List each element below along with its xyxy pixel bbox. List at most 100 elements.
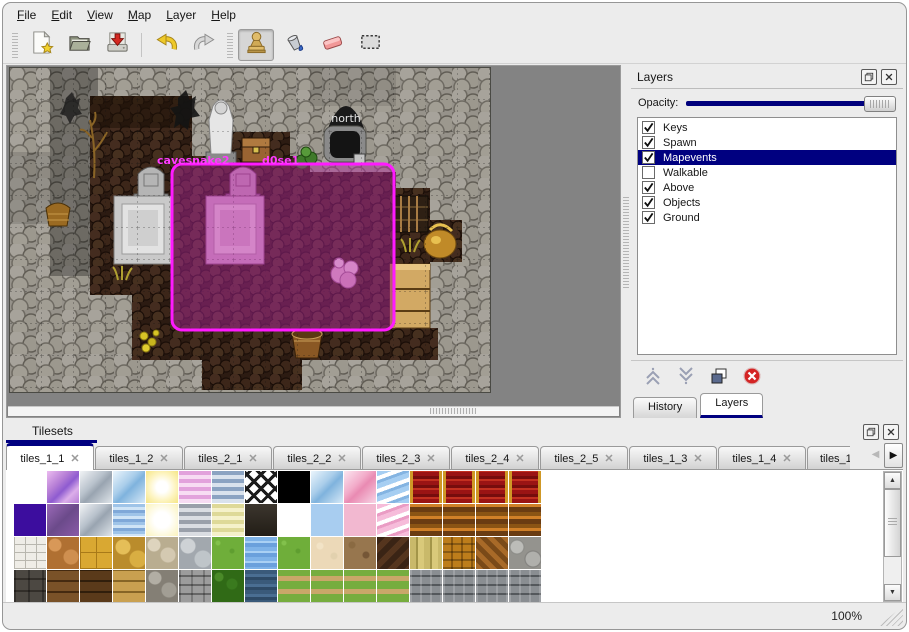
tileset-tab-tiles_2_1[interactable]: tiles_2_1✕	[184, 446, 272, 469]
tile-stripesGray[interactable]	[179, 504, 211, 536]
tile-crystalBlue[interactable]	[311, 471, 343, 503]
layer-visibility-checkbox[interactable]	[642, 196, 655, 209]
menu-help[interactable]: Help	[211, 8, 236, 22]
close-panel-button[interactable]	[881, 69, 897, 85]
tab-layers[interactable]: Layers	[700, 393, 763, 418]
tile-planksOrange[interactable]	[476, 504, 508, 536]
tile-ribbonPink[interactable]	[377, 504, 409, 536]
tile-brickGray2[interactable]	[509, 570, 541, 602]
tile-waterTex[interactable]	[245, 537, 277, 569]
tile-brickGray2[interactable]	[410, 570, 442, 602]
tile-stoneBlocks[interactable]	[14, 537, 46, 569]
layer-visibility-checkbox[interactable]	[642, 151, 655, 164]
eraser-tool-button[interactable]	[314, 29, 350, 61]
tile-crystalPurple[interactable]	[47, 471, 79, 503]
new-tool-button[interactable]	[23, 29, 59, 61]
stamp-tool-button[interactable]	[238, 29, 274, 61]
tab-scroll-left-button[interactable]: ◀	[867, 443, 884, 466]
tile-ribbonBlue[interactable]	[377, 471, 409, 503]
save-tool-button[interactable]	[99, 29, 135, 61]
tile-stonesYellow[interactable]	[113, 537, 145, 569]
tile-logsGray[interactable]	[509, 537, 541, 569]
tab-close-icon[interactable]: ✕	[515, 452, 524, 465]
tile-sandBeige[interactable]	[311, 537, 343, 569]
tile-crystalBlue[interactable]	[113, 471, 145, 503]
tile-swatchPink[interactable]	[344, 504, 376, 536]
tile-glowYellow[interactable]	[146, 471, 178, 503]
layer-row-spawn[interactable]: Spawn	[638, 135, 896, 150]
tile-planksOrange[interactable]	[509, 504, 541, 536]
tileset-tab-tiles_2_5[interactable]: tiles_2_5✕	[540, 446, 628, 469]
menu-layer[interactable]: Layer	[166, 8, 196, 22]
tab-close-icon[interactable]: ✕	[426, 452, 435, 465]
tile-carpetRed[interactable]	[476, 471, 508, 503]
tile-wallDark[interactable]	[14, 570, 46, 602]
layer-visibility-checkbox[interactable]	[642, 136, 655, 149]
duplicate-layer-button[interactable]	[709, 366, 729, 386]
layer-row-above[interactable]: Above	[638, 180, 896, 195]
tile-hedgeGreen[interactable]	[212, 570, 244, 602]
tileset-tab-tiles_2_3[interactable]: tiles_2_3✕	[362, 446, 450, 469]
raise-layer-button[interactable]	[643, 366, 663, 386]
tile-crystalPink[interactable]	[344, 471, 376, 503]
tile-stripesYellow[interactable]	[212, 504, 244, 536]
tileset-vertical-scrollbar[interactable]: ▲ ▼	[883, 471, 902, 602]
tile-glowPale[interactable]	[146, 504, 178, 536]
tile-pathGrass[interactable]	[278, 570, 310, 602]
tile-crystalGray[interactable]	[80, 471, 112, 503]
menu-map[interactable]: Map	[128, 8, 151, 22]
tileset-tab-tiles_1[interactable]: tiles_1_	[807, 446, 850, 469]
tab-close-icon[interactable]: ✕	[693, 452, 702, 465]
tile-stripesBlue[interactable]	[212, 471, 244, 503]
lower-layer-button[interactable]	[676, 366, 696, 386]
tab-close-icon[interactable]: ✕	[337, 452, 346, 465]
tileset-tab-tiles_1_1[interactable]: tiles_1_1✕	[6, 443, 94, 470]
tile-brickGray[interactable]	[179, 570, 211, 602]
tile-woodDark[interactable]	[377, 537, 409, 569]
tile-crystalPurpleDark[interactable]	[47, 504, 79, 536]
delete-layer-button[interactable]	[742, 366, 762, 386]
tile-grassGreen[interactable]	[212, 537, 244, 569]
float-tilesets-button[interactable]	[863, 424, 879, 440]
tileset-tab-tiles_1_4[interactable]: tiles_1_4✕	[718, 446, 806, 469]
tab-close-icon[interactable]: ✕	[782, 452, 791, 465]
tile-swatchBlue[interactable]	[311, 504, 343, 536]
opacity-slider-handle[interactable]	[864, 96, 896, 112]
layer-row-walkable[interactable]: Walkable	[638, 165, 896, 180]
tile-empty[interactable]	[14, 471, 46, 503]
tile-brickDarkBrown[interactable]	[80, 570, 112, 602]
tile-carpetRed[interactable]	[410, 471, 442, 503]
open-tool-button[interactable]	[61, 29, 97, 61]
tile-pathGrass[interactable]	[377, 570, 409, 602]
map-hscroll-thumb[interactable]	[430, 408, 476, 414]
layer-row-mapevents[interactable]: Mapevents	[638, 150, 896, 165]
tile-black[interactable]	[278, 471, 310, 503]
tile-stripesPink[interactable]	[179, 471, 211, 503]
menu-file[interactable]: File	[17, 8, 36, 22]
undo-tool-button[interactable]	[148, 29, 184, 61]
tile-indigo[interactable]	[14, 504, 46, 536]
tab-history[interactable]: History	[633, 397, 697, 418]
tile-grassGreen[interactable]	[278, 537, 310, 569]
layer-visibility-checkbox[interactable]	[642, 166, 655, 179]
tileset-tab-tiles_1_2[interactable]: tiles_1_2✕	[95, 446, 183, 469]
tileset-tab-tiles_2_4[interactable]: tiles_2_4✕	[451, 446, 539, 469]
layer-row-keys[interactable]: Keys	[638, 120, 896, 135]
tab-close-icon[interactable]: ✕	[159, 452, 168, 465]
tile-planksV[interactable]	[410, 537, 442, 569]
layer-row-ground[interactable]: Ground	[638, 210, 896, 225]
menu-view[interactable]: View	[87, 8, 113, 22]
map-canvas[interactable]: north	[9, 67, 491, 393]
tile-planksOrange[interactable]	[443, 504, 475, 536]
tile-herringbone[interactable]	[476, 537, 508, 569]
tileset-tab-tiles_1_3[interactable]: tiles_1_3✕	[629, 446, 717, 469]
tile-cobbleOrange[interactable]	[47, 537, 79, 569]
tile-stonesGray[interactable]	[179, 537, 211, 569]
layer-visibility-checkbox[interactable]	[642, 181, 655, 194]
tab-close-icon[interactable]: ✕	[248, 452, 257, 465]
tile-dirtBrown[interactable]	[344, 537, 376, 569]
tile-rocksGray[interactable]	[146, 570, 178, 602]
scroll-down-button[interactable]: ▼	[884, 584, 901, 601]
select-tool-button[interactable]	[352, 29, 388, 61]
tab-close-icon[interactable]: ✕	[70, 452, 79, 465]
